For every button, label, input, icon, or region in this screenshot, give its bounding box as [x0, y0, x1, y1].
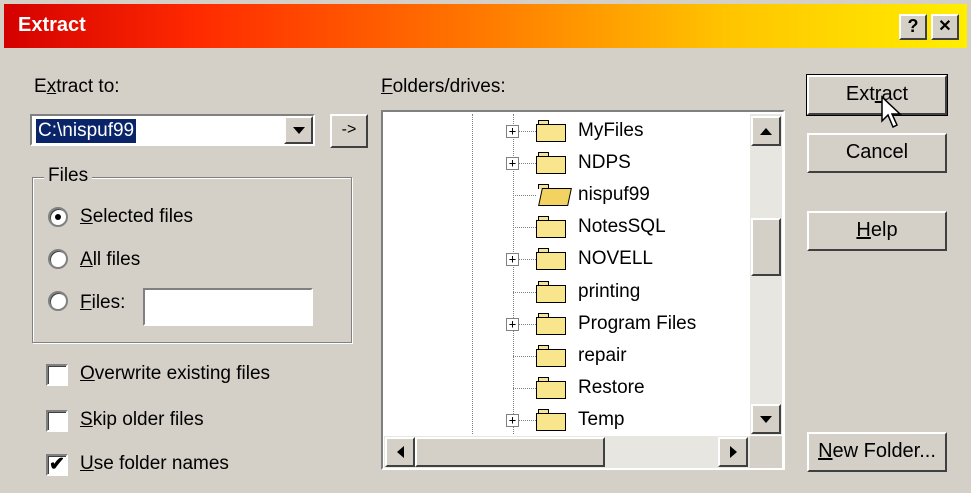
folder-icon — [536, 120, 566, 142]
close-button[interactable]: ✕ — [931, 14, 959, 40]
new-folder-button[interactable]: New Folder... — [807, 432, 947, 472]
files-group-legend: Files — [44, 165, 93, 187]
extract-to-label: Extract to: — [34, 76, 120, 97]
scroll-down-button[interactable] — [751, 404, 781, 434]
folder-icon — [536, 377, 566, 399]
folder-icon — [536, 248, 566, 270]
vertical-scrollbar[interactable] — [750, 114, 782, 435]
radio-selected-files-label[interactable]: Selected files — [80, 206, 193, 228]
arrow-left-icon — [396, 446, 404, 458]
scroll-up-button[interactable] — [751, 116, 781, 146]
radio-all-files-label[interactable]: All files — [80, 249, 140, 271]
horizontal-scroll-thumb[interactable] — [415, 437, 605, 467]
expand-plus-icon[interactable]: + — [506, 157, 519, 170]
extract-dialog: Extract ? ✕ Extract to: C:\nispuf99 -> F… — [0, 0, 971, 493]
radio-files-pattern[interactable] — [48, 291, 68, 311]
scroll-left-button[interactable] — [385, 437, 415, 467]
tree-guide-line — [472, 114, 473, 434]
skip-older-label[interactable]: Skip older files — [80, 409, 204, 431]
radio-all-files[interactable] — [48, 249, 68, 269]
cancel-button[interactable]: Cancel — [807, 133, 947, 173]
files-pattern-input[interactable] — [143, 288, 313, 326]
arrow-down-icon — [760, 415, 772, 423]
radio-selected-files[interactable] — [48, 207, 68, 227]
help-title-button[interactable]: ? — [899, 14, 927, 40]
check-mark-icon: ✔ — [49, 454, 65, 475]
folder-icon — [536, 345, 566, 367]
expand-plus-icon[interactable]: + — [506, 253, 519, 266]
expand-plus-icon[interactable]: + — [506, 125, 519, 138]
arrow-up-icon — [760, 127, 772, 135]
extract-to-combobox[interactable]: C:\nispuf99 — [30, 114, 315, 146]
expand-plus-icon[interactable]: + — [506, 318, 519, 331]
folder-icon — [536, 152, 566, 174]
folder-icon — [536, 409, 566, 431]
expand-plus-icon[interactable]: + — [506, 414, 519, 427]
folder-icon — [536, 313, 566, 335]
overwrite-checkbox[interactable] — [46, 364, 68, 386]
folder-icon — [536, 216, 566, 238]
go-to-path-button[interactable]: -> — [330, 114, 368, 148]
chevron-down-icon — [292, 126, 305, 134]
folders-drives-label: Folders/drives: — [381, 76, 506, 97]
extract-button[interactable]: Extract — [806, 74, 948, 116]
dropdown-arrow-button[interactable] — [284, 116, 313, 144]
skip-older-checkbox[interactable] — [46, 410, 68, 432]
arrow-right-icon — [729, 446, 737, 458]
radio-dot — [55, 214, 61, 220]
scroll-right-button[interactable] — [718, 437, 748, 467]
scrollbar-corner — [750, 436, 782, 468]
open-folder-icon — [536, 184, 572, 206]
title-bar[interactable]: Extract ? ✕ — [4, 4, 967, 48]
mouse-cursor-icon — [881, 95, 902, 129]
help-button[interactable]: Help — [807, 211, 947, 251]
use-folder-names-label[interactable]: Use folder names — [80, 453, 229, 475]
radio-files-pattern-label[interactable]: Files: — [80, 292, 125, 314]
window-title: Extract — [18, 14, 86, 36]
overwrite-label[interactable]: Overwrite existing files — [80, 363, 270, 385]
vertical-scroll-thumb[interactable] — [751, 218, 781, 276]
extract-to-value[interactable]: C:\nispuf99 — [36, 119, 137, 143]
use-folder-names-checkbox[interactable]: ✔ — [46, 454, 68, 476]
folder-icon — [536, 281, 566, 303]
horizontal-scrollbar[interactable] — [384, 436, 750, 468]
